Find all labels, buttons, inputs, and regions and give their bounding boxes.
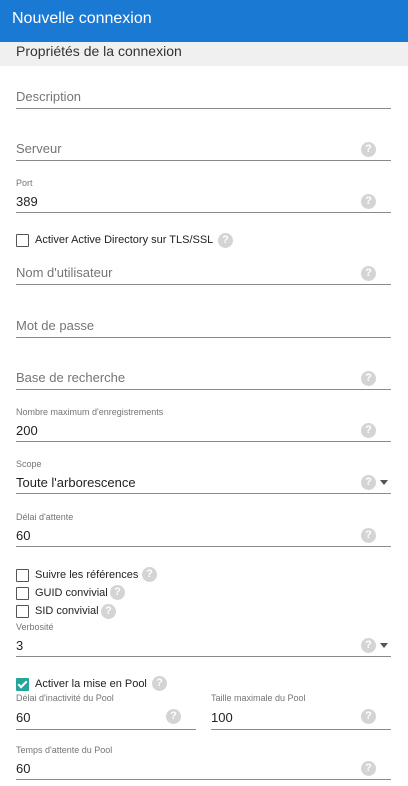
ad-tls-checkbox[interactable] [16,234,29,247]
help-icon[interactable]: ? [110,585,125,600]
password-field[interactable]: Mot de passe [16,313,391,338]
help-icon[interactable]: ? [152,676,167,691]
help-icon[interactable]: ? [142,567,157,582]
pool-wait-value: 60 [16,761,31,776]
help-icon[interactable]: ? [218,233,233,248]
pool-idle-value: 60 [16,710,31,725]
window-title: Nouvelle connexion [0,0,408,42]
username-field[interactable]: Nom d'utilisateur ? [16,260,391,285]
pool-max-value: 100 [211,710,233,725]
port-field[interactable]: Port 389 ? [16,178,391,213]
help-icon[interactable]: ? [361,475,376,490]
pool-max-field[interactable]: Taille maximale du Pool 100 ? [211,693,391,730]
verbosity-label: Verbosité [16,622,54,632]
help-icon[interactable]: ? [361,528,376,543]
search-base-placeholder: Base de recherche [16,370,126,385]
max-records-value: 200 [16,423,38,438]
pool-idle-label: Délai d'inactivité du Pool [16,693,114,703]
description-field[interactable]: Description [16,84,391,109]
help-icon[interactable]: ? [101,604,116,619]
max-records-label: Nombre maximum d'enregistrements [16,407,164,417]
help-icon[interactable]: ? [361,638,376,653]
follow-refs-label: Suivre les références [35,569,139,581]
pool-wait-label: Temps d'attente du Pool [16,745,113,755]
section-header: Propriétés de la connexion [0,42,408,66]
timeout-value: 60 [16,528,31,543]
pooling-checkbox[interactable] [16,678,29,691]
follow-refs-checkbox[interactable] [16,569,29,582]
pool-idle-field[interactable]: Délai d'inactivité du Pool 60 ? [16,693,196,730]
sid-friendly-checkbox[interactable] [16,605,29,618]
pooling-label: Activer la mise en Pool [35,678,147,690]
pool-wait-field[interactable]: Temps d'attente du Pool 60 ? [16,745,391,780]
help-icon[interactable]: ? [166,709,181,724]
sid-friendly-label: SID convivial [35,605,99,617]
max-records-field[interactable]: Nombre maximum d'enregistrements 200 ? [16,407,391,442]
port-value: 389 [16,194,38,209]
pool-max-label: Taille maximale du Pool [211,693,306,703]
search-base-field[interactable]: Base de recherche ? [16,365,391,390]
port-label: Port [16,178,33,188]
help-icon[interactable]: ? [361,423,376,438]
username-placeholder: Nom d'utilisateur [16,265,113,280]
chevron-down-icon[interactable] [380,643,388,648]
help-icon[interactable]: ? [361,194,376,209]
ad-tls-label: Activer Active Directory sur TLS/SSL [35,234,214,246]
scope-select[interactable]: Scope Toute l'arborescence ? [16,459,391,494]
server-field[interactable]: Serveur ? [16,136,391,161]
verbosity-value: 3 [16,638,24,653]
help-icon[interactable]: ? [361,761,376,776]
password-placeholder: Mot de passe [16,318,95,333]
guid-friendly-checkbox[interactable] [16,587,29,600]
verbosity-select[interactable]: Verbosité 3 ? [16,622,391,657]
description-placeholder: Description [16,89,82,104]
chevron-down-icon[interactable] [380,480,388,485]
scope-label: Scope [16,459,42,469]
scope-value: Toute l'arborescence [16,475,136,490]
timeout-field[interactable]: Délai d'attente 60 ? [16,512,391,547]
server-placeholder: Serveur [16,141,62,156]
help-icon[interactable]: ? [361,142,376,157]
help-icon[interactable]: ? [361,266,376,281]
help-icon[interactable]: ? [361,709,376,724]
timeout-label: Délai d'attente [16,512,74,522]
guid-friendly-label: GUID convivial [35,587,108,599]
help-icon[interactable]: ? [361,371,376,386]
